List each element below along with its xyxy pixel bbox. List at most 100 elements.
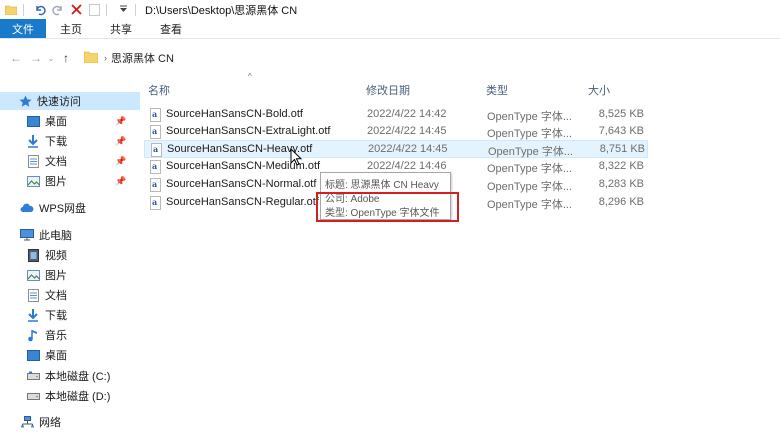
sidebar-item-label: 此电脑 <box>39 230 72 242</box>
breadcrumb[interactable]: 思源黑体 CN <box>111 50 174 66</box>
video-icon <box>26 248 40 262</box>
tab-view[interactable]: 查看 <box>146 19 196 38</box>
network-icon <box>20 415 34 429</box>
sidebar-item-label: 视频 <box>45 250 67 262</box>
download-icon <box>26 134 40 148</box>
column-header-date[interactable]: 修改日期 <box>366 82 410 100</box>
undo-icon[interactable] <box>33 3 47 17</box>
navigation-pane: 快速访问 桌面 📌 下载 📌 文档 📌 图片 📌 WPS网盘 此电脑 视频 图片… <box>0 88 140 440</box>
back-icon[interactable]: ← <box>6 48 26 68</box>
font-file-icon <box>150 178 161 192</box>
file-size: 8,322 KB <box>598 160 644 172</box>
sidebar-item-label: 文档 <box>45 156 67 168</box>
file-size: 8,283 KB <box>598 178 644 190</box>
file-size: 7,643 KB <box>598 125 644 137</box>
sidebar-item-desktop[interactable]: 桌面 <box>26 112 67 130</box>
sidebar-item-pictures[interactable]: 图片 <box>26 172 67 190</box>
file-type: OpenType 字体... <box>487 199 572 211</box>
sidebar-item-downloads[interactable]: 下载 <box>26 132 67 150</box>
pin-icon: 📌 <box>115 115 127 126</box>
file-size: 8,296 KB <box>598 196 644 208</box>
music-icon <box>26 328 40 342</box>
font-file-icon <box>150 125 161 139</box>
sidebar-item-this-pc[interactable]: 此电脑 <box>20 226 72 244</box>
sidebar-item-documents[interactable]: 文档 <box>26 152 67 170</box>
file-name: SourceHanSansCN-ExtraLight.otf <box>166 125 331 137</box>
file-size: 8,751 KB <box>599 143 645 155</box>
sidebar-item-pc-documents[interactable]: 文档 <box>26 286 67 304</box>
font-file-icon <box>150 108 161 122</box>
sidebar-item-drive-d[interactable]: 本地磁盘 (D:) <box>26 387 110 405</box>
font-file-icon <box>150 196 161 210</box>
sidebar-item-label: 下载 <box>45 310 67 322</box>
document-icon <box>26 154 40 168</box>
tab-share[interactable]: 共享 <box>96 19 146 38</box>
navigation-bar: ← → ⌄ ↑ › 思源黑体 CN <box>0 44 780 72</box>
font-file-icon <box>151 143 162 157</box>
sidebar-item-label: 快速访问 <box>37 96 81 108</box>
tab-file[interactable]: 文件 <box>0 19 46 38</box>
sidebar-item-wps[interactable]: WPS网盘 <box>20 199 86 217</box>
sidebar-item-quick-access[interactable]: 快速访问 <box>0 92 140 110</box>
annotation-highlight-box <box>316 192 459 222</box>
file-date: 2022/4/22 14:45 <box>367 125 447 137</box>
sidebar-item-pc-pictures[interactable]: 图片 <box>26 266 67 284</box>
pin-icon: 📌 <box>115 175 127 186</box>
forward-icon[interactable]: → <box>26 48 46 68</box>
sidebar-item-label: 音乐 <box>45 330 67 342</box>
sidebar-item-label: 网络 <box>39 417 61 429</box>
column-header-name[interactable]: 名称 <box>148 82 170 100</box>
drive-icon <box>26 369 40 383</box>
customize-dropdown-icon[interactable] <box>116 3 130 17</box>
title-separator <box>135 3 136 16</box>
sidebar-item-label: 图片 <box>45 270 67 282</box>
title-separator <box>106 3 107 16</box>
star-icon <box>18 94 32 108</box>
file-row[interactable]: SourceHanSansCN-ExtraLight.otf 2022/4/22… <box>144 123 648 141</box>
file-type: OpenType 字体... <box>487 163 572 175</box>
download-icon <box>26 308 40 322</box>
sidebar-item-network[interactable]: 网络 <box>20 413 61 431</box>
pin-icon: 📌 <box>115 155 127 166</box>
redo-icon[interactable] <box>51 3 65 17</box>
chevron-right-icon[interactable]: › <box>104 53 107 63</box>
desktop-icon <box>26 348 40 362</box>
column-header-size[interactable]: 大小 <box>588 82 610 100</box>
sidebar-item-label: 下载 <box>45 136 67 148</box>
file-row[interactable]: SourceHanSansCN-Bold.otf 2022/4/22 14:42… <box>144 106 648 124</box>
sidebar-item-drive-c[interactable]: 本地磁盘 (C:) <box>26 367 110 385</box>
mouse-cursor-icon <box>290 148 303 166</box>
tab-home[interactable]: 主页 <box>46 19 96 38</box>
new-folder-icon[interactable] <box>87 3 101 17</box>
recent-locations-icon[interactable]: ⌄ <box>46 48 56 68</box>
sidebar-item-label: 本地磁盘 (C:) <box>45 371 111 383</box>
up-icon[interactable]: ↑ <box>56 48 76 68</box>
document-icon <box>26 288 40 302</box>
sidebar-item-label: 本地磁盘 (D:) <box>45 391 111 403</box>
column-header-type[interactable]: 类型 <box>486 82 508 100</box>
file-name: SourceHanSansCN-Regular.otf <box>166 196 319 208</box>
sidebar-item-pc-downloads[interactable]: 下载 <box>26 306 67 324</box>
file-row[interactable]: SourceHanSansCN-Heavy.otf 2022/4/22 14:4… <box>144 140 648 158</box>
file-date: 2022/4/22 14:46 <box>367 160 447 172</box>
sidebar-item-label: WPS网盘 <box>39 203 87 215</box>
desktop-icon <box>26 114 40 128</box>
title-separator <box>23 3 24 16</box>
file-size: 8,525 KB <box>598 108 644 120</box>
file-type: OpenType 字体... <box>488 146 573 158</box>
file-type: OpenType 字体... <box>487 181 572 193</box>
address-bar[interactable]: › 思源黑体 CN <box>83 47 780 69</box>
delete-icon[interactable] <box>69 3 83 17</box>
window-title: D:\Users\Desktop\思源黑体 CN <box>145 4 298 17</box>
cloud-icon <box>20 201 34 215</box>
sidebar-item-music[interactable]: 音乐 <box>26 326 67 344</box>
sidebar-item-videos[interactable]: 视频 <box>26 246 67 264</box>
folder-icon <box>83 51 99 66</box>
title-bar: D:\Users\Desktop\思源黑体 CN <box>0 0 780 19</box>
sidebar-item-label: 桌面 <box>45 350 67 362</box>
file-type: OpenType 字体... <box>487 128 572 140</box>
picture-icon <box>26 174 40 188</box>
font-file-icon <box>150 160 161 174</box>
sidebar-item-label: 文档 <box>45 290 67 302</box>
sidebar-item-pc-desktop[interactable]: 桌面 <box>26 346 67 364</box>
